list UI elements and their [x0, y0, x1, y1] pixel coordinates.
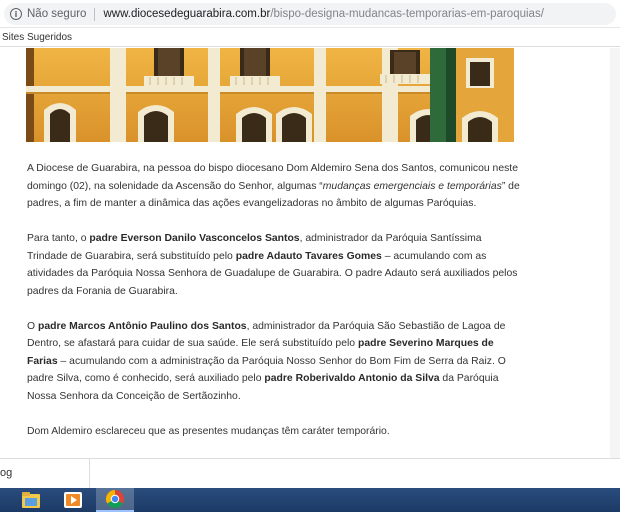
- article-paragraph: A Diocese de Guarabira, na pessoa do bis…: [27, 160, 521, 213]
- play-icon: [64, 492, 82, 508]
- taskbar: [0, 488, 620, 512]
- bold-name: padre Roberivaldo Antonio da Silva: [264, 373, 440, 384]
- browser-window: i Não seguro www.diocesedeguarabira.com.…: [0, 0, 620, 512]
- url-path[interactable]: /bispo-designa-mudancas-temporarias-em-p…: [270, 8, 544, 20]
- folder-icon: [22, 492, 40, 508]
- info-icon[interactable]: i: [10, 8, 22, 20]
- text-run: O: [27, 320, 38, 332]
- bold-name: padre Everson Danilo Vasconcelos Santos: [89, 233, 300, 244]
- building-facade-image: [26, 48, 514, 142]
- url-host[interactable]: www.diocesedeguarabira.com.br: [103, 8, 270, 20]
- media-player-icon[interactable]: [54, 488, 92, 512]
- bold-name: padre Adauto Tavares Gomes: [235, 250, 382, 262]
- omnibox-divider: [94, 7, 96, 21]
- web-page: A Diocese de Guarabira, na pessoa do bis…: [0, 48, 620, 458]
- file-explorer-icon[interactable]: [12, 488, 50, 512]
- article-body: A Diocese de Guarabira, na pessoa do bis…: [27, 160, 521, 458]
- address-bar: i Não seguro www.diocesedeguarabira.com.…: [0, 0, 620, 28]
- bottom-bar-label[interactable]: og: [0, 467, 12, 479]
- text-run: Para tanto, o: [27, 233, 90, 244]
- bold-name: padre Marcos Antônio Paulino dos Santos: [37, 320, 247, 332]
- page-scrollbar[interactable]: [610, 48, 620, 458]
- bookmark-suggested-sites[interactable]: Sites Sugeridos: [2, 32, 72, 43]
- security-status[interactable]: Não seguro: [27, 8, 86, 20]
- omnibox[interactable]: i Não seguro www.diocesedeguarabira.com.…: [4, 3, 616, 25]
- bottom-bar-divider: [89, 459, 90, 489]
- emphasis-text: mudanças emergenciais e temporárias: [322, 180, 502, 192]
- hero-image: [26, 48, 514, 142]
- article-paragraph: O padre Marcos Antônio Paulino dos Santo…: [27, 318, 521, 406]
- article-paragraph: Para tanto, o padre Everson Danilo Vasco…: [27, 230, 521, 300]
- article-paragraph: Dom Aldemiro esclareceu que as presentes…: [27, 425, 390, 437]
- chrome-icon[interactable]: [96, 488, 134, 512]
- bookmarks-bar: Sites Sugeridos: [0, 28, 620, 47]
- chrome-logo-icon: [105, 490, 124, 509]
- bottom-bar: og: [0, 458, 620, 489]
